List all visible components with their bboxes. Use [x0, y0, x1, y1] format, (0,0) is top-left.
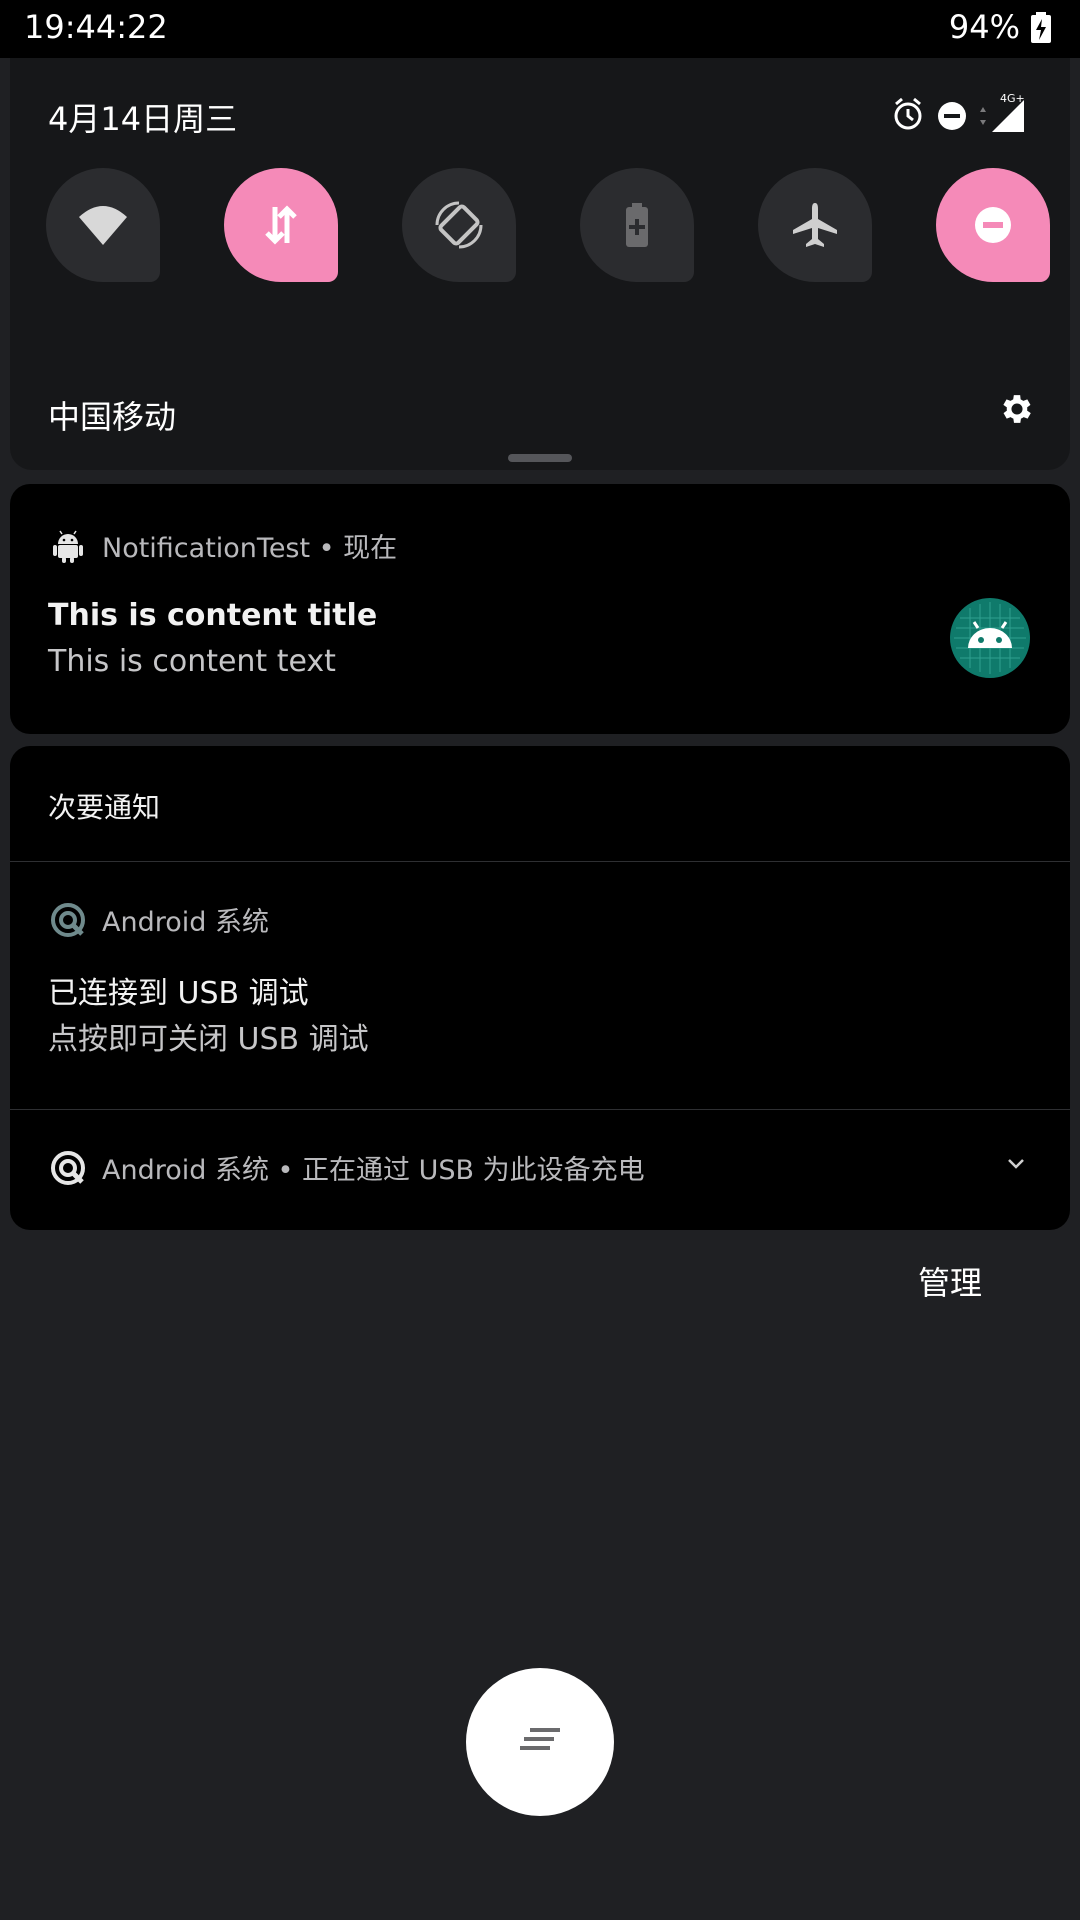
airplane-icon	[793, 203, 837, 247]
data-activity-icon	[980, 107, 986, 125]
notification-history-button[interactable]	[466, 1668, 614, 1816]
notification-header: Android 系统 • 正在通过 USB 为此设备充电	[50, 1148, 645, 1187]
quick-settings-tiles	[36, 168, 1050, 284]
dnd-icon	[975, 207, 1011, 243]
tile-airplane-mode[interactable]	[758, 168, 872, 282]
battery-percentage: 94%	[948, 8, 1020, 46]
system-status-icons: 4G+	[894, 92, 1025, 132]
network-type-label: 4G+	[1000, 92, 1025, 105]
notification-title: 已连接到 USB 调试	[48, 976, 309, 1011]
dnd-status-icon	[938, 102, 966, 130]
notification-title: This is content title	[48, 598, 378, 633]
status-bar: 19:44:22 94%	[0, 0, 1080, 58]
tile-battery-saver[interactable]	[580, 168, 694, 282]
android-robot-icon	[53, 530, 83, 563]
notification-app-name: NotificationTest • 现在	[102, 533, 398, 564]
tile-do-not-disturb[interactable]	[936, 168, 1050, 282]
section-title: 次要通知	[48, 791, 161, 824]
battery-charging-icon	[1031, 12, 1051, 43]
notification-card[interactable]: NotificationTest • 现在 This is content ti…	[10, 484, 1070, 734]
quick-settings-panel: 4月14日周三 4G+ 中国移动	[10, 58, 1070, 470]
chevron-down-icon[interactable]	[1004, 1152, 1028, 1176]
tile-wifi[interactable]	[46, 168, 160, 282]
date-label[interactable]: 4月14日周三	[48, 94, 237, 140]
wifi-icon	[79, 206, 127, 245]
rotate-icon	[435, 201, 483, 249]
usb-charging-notification[interactable]: Android 系统 • 正在通过 USB 为此设备充电	[10, 1110, 1070, 1230]
status-time: 19:44:22	[24, 8, 168, 46]
battery-plus-icon	[626, 203, 648, 247]
android-system-icon	[51, 1150, 85, 1185]
notes-icon	[520, 1728, 560, 1750]
android-app-icon	[950, 598, 1030, 678]
drag-handle[interactable]	[508, 454, 572, 462]
tile-mobile-data[interactable]	[224, 168, 338, 282]
tile-auto-rotate[interactable]	[402, 168, 516, 282]
notification-text: 点按即可关闭 USB 调试	[48, 1022, 369, 1057]
alarm-icon	[894, 97, 922, 130]
notification-shade: 19:44:22 94% 4月14日周三 4G+ 中国移动 Notificati…	[0, 0, 1080, 1920]
android-system-icon	[51, 902, 85, 937]
notification-header: Android 系统	[50, 900, 269, 939]
notification-text: This is content text	[48, 644, 336, 679]
carrier-label: 中国移动	[48, 398, 177, 436]
silent-notifications-group: 次要通知 Android 系统 已连接到 USB 调试 点按即可关闭 USB 调…	[10, 746, 1070, 1230]
manage-button[interactable]: 管理	[918, 1258, 982, 1304]
notification-header: NotificationTest • 现在	[50, 526, 397, 565]
usb-debug-notification[interactable]: Android 系统 已连接到 USB 调试 点按即可关闭 USB 调试	[10, 862, 1070, 1106]
gear-icon[interactable]	[998, 390, 1036, 428]
notification-app-name: Android 系统	[102, 907, 269, 938]
notification-app-name: Android 系统 • 正在通过 USB 为此设备充电	[102, 1155, 645, 1186]
data-arrows-icon	[265, 205, 297, 245]
